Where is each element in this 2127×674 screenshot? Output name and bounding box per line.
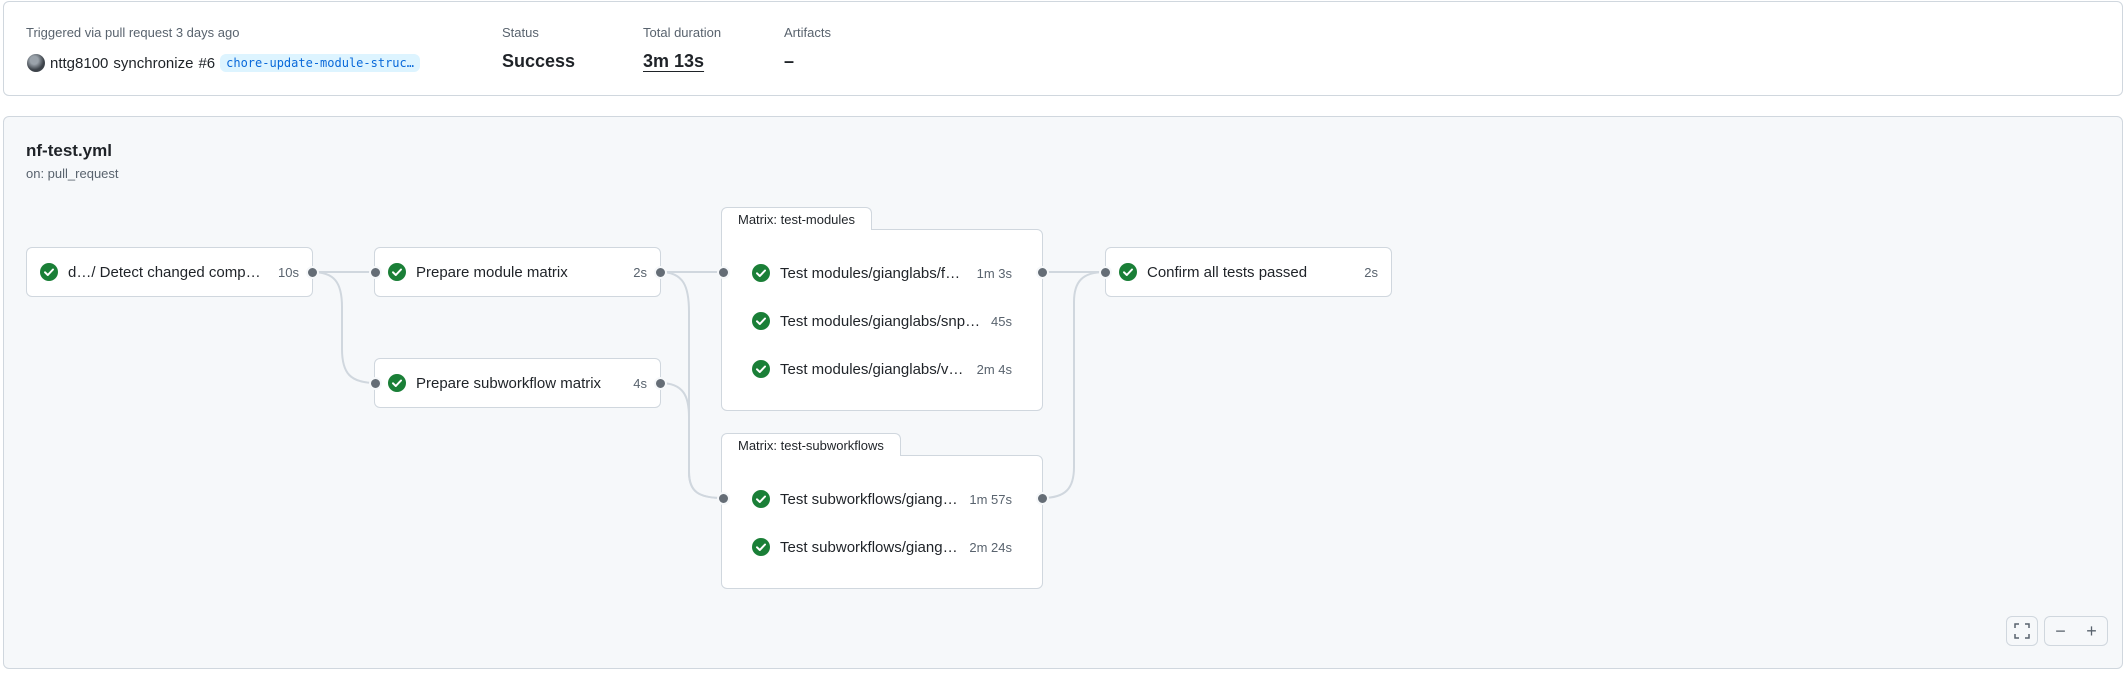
minus-icon[interactable]: − — [2055, 621, 2066, 642]
user-link[interactable]: nttg8100 — [50, 55, 108, 72]
plus-icon[interactable]: + — [2086, 621, 2097, 642]
job-duration: 2s — [1364, 264, 1378, 280]
matrix-job-item[interactable]: Test modules/gianglabs/f… 1m 3s — [752, 261, 1012, 285]
matrix-job-item[interactable]: Test modules/gianglabs/snp… 45s — [752, 309, 1012, 333]
job-confirm-tests[interactable]: Confirm all tests passed 2s — [1105, 247, 1392, 297]
port-subwf-matrix-in — [717, 492, 730, 505]
branch-badge[interactable]: chore-update-module-struc… — [220, 54, 420, 72]
check-circle-icon — [1119, 263, 1137, 281]
fullscreen-icon — [2014, 623, 2030, 639]
trigger-action: synchronize — [113, 54, 194, 72]
check-circle-icon — [752, 490, 770, 508]
trigger-label: Triggered via pull request 3 days ago — [26, 25, 240, 40]
port-subwf-matrix-out — [1036, 492, 1049, 505]
matrix-job-duration: 1m 3s — [976, 265, 1012, 281]
matrix-job-name: Test modules/gianglabs/v… — [780, 360, 964, 378]
port-confirm-in — [1099, 266, 1112, 279]
status-value: Success — [502, 51, 576, 71]
matrix-job-duration: 2m 4s — [976, 361, 1012, 377]
duration-link[interactable]: 3m 13s — [643, 51, 704, 72]
job-duration: 4s — [633, 375, 647, 391]
matrix-job-name: Test subworkflows/giang… — [780, 538, 958, 556]
status-label: Status — [502, 25, 539, 40]
job-name: d…/ Detect changed compo… — [68, 263, 269, 281]
connector-subwf-confirm — [1041, 271, 1106, 499]
graph-connectors — [311, 271, 1106, 499]
port-subwf-in — [369, 377, 382, 390]
check-circle-icon — [752, 360, 770, 378]
duration-label: Total duration — [643, 25, 722, 40]
job-name: Prepare module matrix — [416, 263, 568, 281]
job-name: Prepare subworkflow matrix — [416, 374, 602, 392]
job-detect-changes[interactable]: d…/ Detect changed compo… 10s — [26, 247, 313, 297]
matrix-job-name: Test modules/gianglabs/f… — [780, 264, 961, 282]
check-circle-icon — [752, 538, 770, 556]
matrix-job-duration: 2m 24s — [969, 539, 1012, 555]
zoom-controls: − + — [2044, 616, 2108, 646]
job-prepare-module-matrix[interactable]: Prepare module matrix 2s — [374, 247, 661, 297]
matrix-job-name: Test subworkflows/giang… — [780, 490, 958, 508]
check-circle-icon — [40, 263, 58, 281]
check-circle-icon — [752, 312, 770, 330]
matrix-job-name: Test modules/gianglabs/snp… — [780, 312, 981, 330]
matrix-job-duration: 1m 57s — [969, 491, 1012, 507]
port-module-in — [369, 266, 382, 279]
connector-module-subwf-matrix — [659, 271, 724, 499]
job-duration: 2s — [633, 264, 647, 280]
pr-link[interactable]: #6 — [198, 55, 215, 72]
matrix-title: Matrix: test-subworkflows — [721, 433, 901, 456]
connector-subwf-subwf-matrix — [659, 382, 724, 499]
matrix-test-modules: Matrix: test-modules Test modules/giangl… — [721, 207, 1043, 411]
matrix-job-item[interactable]: Test subworkflows/giang… 1m 57s — [752, 487, 1012, 511]
job-name: Confirm all tests passed — [1147, 263, 1308, 281]
check-circle-icon — [388, 263, 406, 281]
trigger-details: nttg8100 synchronize #6 chore-update-mod… — [27, 52, 420, 74]
artifacts-label: Artifacts — [784, 25, 831, 40]
matrix-job-item[interactable]: Test modules/gianglabs/v… 2m 4s — [752, 357, 1012, 381]
job-prepare-subworkflow-matrix[interactable]: Prepare subworkflow matrix 4s — [374, 358, 661, 408]
port-modules-matrix-out — [1036, 266, 1049, 279]
run-summary: Triggered via pull request 3 days ago nt… — [3, 1, 2123, 96]
port-modules-matrix-in — [717, 266, 730, 279]
matrix-job-item[interactable]: Test subworkflows/giang… 2m 24s — [752, 535, 1012, 559]
port-subwf-out — [654, 377, 667, 390]
port-detect-out — [306, 266, 319, 279]
check-circle-icon — [388, 374, 406, 392]
avatar[interactable] — [27, 54, 45, 72]
matrix-test-subworkflows: Matrix: test-subworkflows Test subworkfl… — [721, 433, 1043, 589]
connector-detect-subworkflow — [311, 271, 377, 384]
port-module-out — [654, 266, 667, 279]
matrix-job-duration: 45s — [991, 313, 1012, 329]
workflow-graph: nf-test.yml on: pull_request d…/ Detect … — [3, 116, 2123, 669]
matrix-title: Matrix: test-modules — [721, 207, 873, 230]
check-circle-icon — [752, 264, 770, 282]
artifacts-value: – — [784, 51, 795, 71]
fullscreen-button[interactable] — [2006, 616, 2038, 646]
job-duration: 10s — [278, 264, 299, 280]
